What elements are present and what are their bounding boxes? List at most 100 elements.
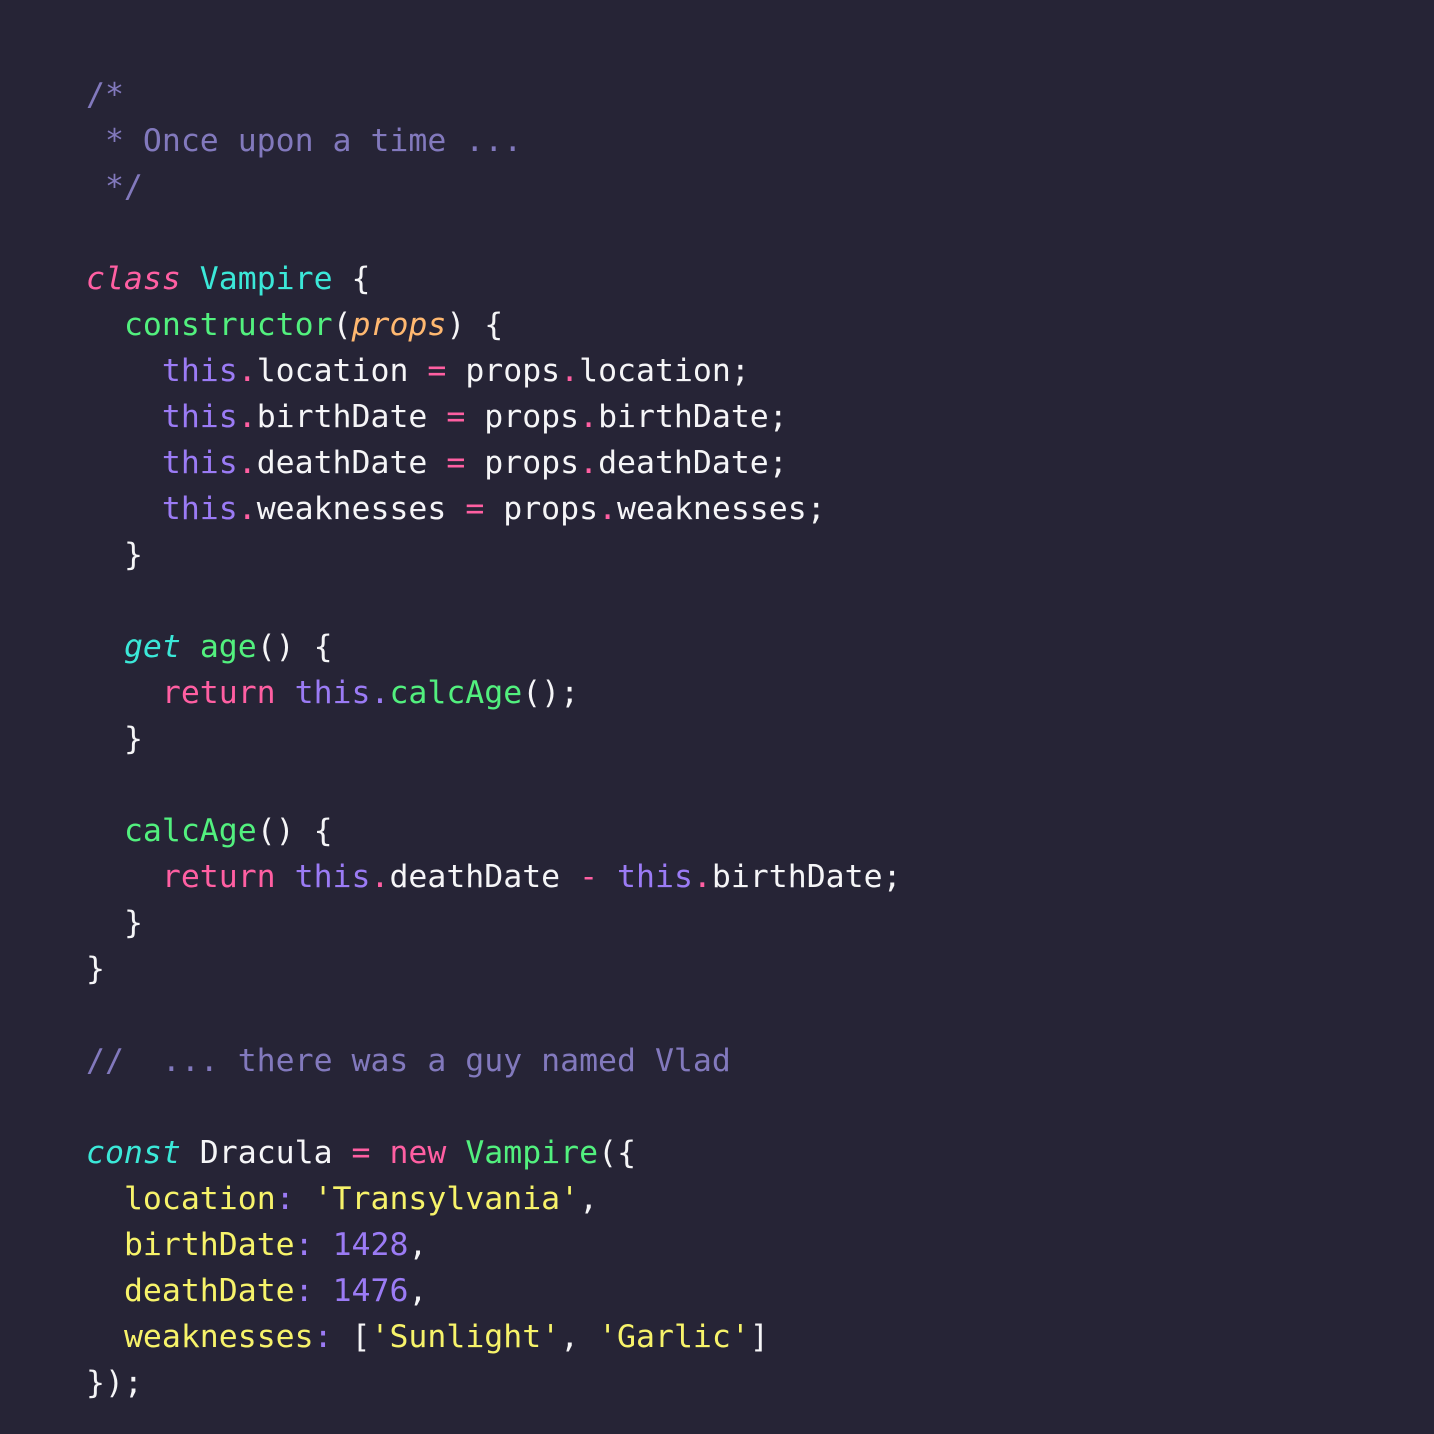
code-line: constructor(props) {: [86, 302, 1434, 348]
code-token: =: [465, 490, 485, 527]
code-token: ,: [560, 1318, 599, 1355]
code-token: 1476: [332, 1272, 409, 1309]
code-token: return: [161, 674, 276, 711]
code-token: deathDate: [123, 1272, 295, 1309]
code-token: .: [237, 398, 257, 435]
source-code-block[interactable]: /* * Once upon a time ... */ class Vampi…: [86, 72, 1434, 1406]
code-token: :: [294, 1226, 314, 1263]
code-line: location: 'Transylvania',: [86, 1176, 1434, 1222]
code-token: Vampire: [465, 1134, 599, 1171]
code-token: ;: [806, 490, 826, 527]
code-token: this: [161, 490, 238, 527]
code-token: location: [256, 352, 409, 389]
code-line: deathDate: 1476,: [86, 1268, 1434, 1314]
code-token: // ... there was a guy named Vlad: [86, 1042, 731, 1079]
code-token: birthDate: [598, 398, 769, 435]
code-line: // ... there was a guy named Vlad: [86, 1038, 1434, 1084]
code-line: get age() {: [86, 624, 1434, 670]
code-token: calcAge: [389, 674, 523, 711]
code-token: .: [237, 490, 257, 527]
code-token: :: [294, 1272, 314, 1309]
code-token: deathDate: [389, 858, 561, 895]
code-token: .: [579, 398, 599, 435]
code-token: .: [237, 352, 257, 389]
code-line: return this.deathDate - this.birthDate;: [86, 854, 1434, 900]
code-token: this: [161, 352, 238, 389]
code-token: ;: [768, 398, 788, 435]
code-token: return: [161, 858, 276, 895]
code-line: }: [86, 900, 1434, 946]
code-token: /*: [86, 76, 124, 113]
code-line: const Dracula = new Vampire({: [86, 1130, 1434, 1176]
code-token: :: [313, 1318, 333, 1355]
code-token: ;: [560, 674, 580, 711]
code-line: this.birthDate = props.birthDate;: [86, 394, 1434, 440]
code-token: });: [86, 1364, 143, 1401]
code-token: .: [560, 352, 580, 389]
code-line: calcAge() {: [86, 808, 1434, 854]
code-token: props: [503, 490, 599, 527]
code-token: constructor: [123, 306, 333, 343]
code-token: ({: [598, 1134, 637, 1171]
code-token: (: [332, 306, 352, 343]
code-token: props: [484, 444, 580, 481]
code-token: ]: [749, 1318, 769, 1355]
code-token: {: [484, 306, 504, 343]
code-token: this: [294, 858, 371, 895]
code-token: this: [161, 444, 238, 481]
code-token: {: [313, 812, 333, 849]
code-token: }: [123, 720, 143, 757]
code-token: location: [123, 1180, 276, 1217]
code-token: }: [86, 950, 105, 987]
code-token: age: [199, 628, 257, 665]
code-token: .: [598, 490, 618, 527]
code-token: .: [692, 858, 712, 895]
code-token: ,: [408, 1272, 428, 1309]
code-token: birthDate: [123, 1226, 295, 1263]
code-token: .: [579, 444, 599, 481]
code-token: */: [86, 168, 143, 205]
code-token: weaknesses: [617, 490, 807, 527]
code-line: * Once upon a time ...: [86, 118, 1434, 164]
code-token: props: [484, 398, 580, 435]
code-token: 'Sunlight': [370, 1318, 561, 1355]
code-token: =: [427, 352, 447, 389]
code-token: ;: [882, 858, 902, 895]
code-token: .: [370, 858, 390, 895]
code-token: [: [351, 1318, 371, 1355]
code-token: =: [446, 398, 466, 435]
code-token: =: [446, 444, 466, 481]
code-token: {: [351, 260, 371, 297]
code-line: }: [86, 716, 1434, 762]
code-line: this.location = props.location;: [86, 348, 1434, 394]
code-token: calcAge: [123, 812, 257, 849]
code-token: * Once upon a time ...: [86, 122, 523, 159]
code-line: }: [86, 946, 1434, 992]
